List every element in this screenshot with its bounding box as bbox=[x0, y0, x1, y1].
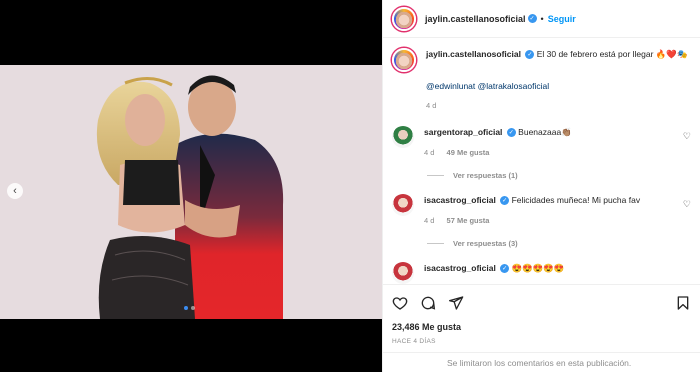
comment-likes[interactable]: 49 Me gusta bbox=[447, 148, 490, 157]
caption: jaylin.castellanosoficial ✓ El 30 de feb… bbox=[392, 48, 691, 112]
comment-username[interactable]: isacastrog_oficial bbox=[424, 263, 496, 273]
comment-text: Felicidades muñeca! Mi pucha fav bbox=[511, 195, 641, 205]
comment-text: Buenazaaa👏🏽 bbox=[518, 127, 572, 137]
comments-limited-notice: Se limitaron los comentarios en esta pub… bbox=[383, 352, 700, 372]
comment-item: isacastrog_oficial ✓ 😍😍😍😍😍 bbox=[392, 262, 691, 284]
carousel-dot bbox=[191, 306, 195, 310]
verified-badge-icon: ✓ bbox=[500, 264, 510, 274]
post-timestamp[interactable]: HACE 4 DÍAS bbox=[392, 338, 691, 345]
commenter-avatar[interactable] bbox=[392, 126, 414, 148]
comment-like-heart-icon[interactable]: ♡ bbox=[683, 199, 691, 210]
author-avatar[interactable] bbox=[392, 6, 416, 31]
carousel-indicator bbox=[184, 306, 195, 310]
post-sidebar: jaylin.castellanosoficial ✓ • Seguir jay… bbox=[382, 0, 700, 372]
caption-time: 4 d bbox=[426, 101, 437, 110]
view-replies-button[interactable]: Ver respuestas (3) bbox=[427, 239, 691, 248]
carousel-prev-button[interactable]: ‹ bbox=[7, 183, 23, 199]
carousel-dot-active bbox=[184, 306, 188, 310]
commenter-avatar[interactable] bbox=[392, 262, 414, 284]
comment-like-heart-icon[interactable]: ♡ bbox=[683, 131, 691, 142]
comment-item: sargentorap_oficial ✓ Buenazaaa👏🏽 4 d 49… bbox=[392, 126, 691, 159]
chevron-left-icon: ‹ bbox=[13, 184, 17, 197]
caption-username[interactable]: jaylin.castellanosoficial bbox=[426, 49, 521, 59]
caption-text: El 30 de febrero está por llegar 🔥❤️🎭 bbox=[536, 49, 688, 59]
verified-badge-icon: ✓ bbox=[500, 196, 510, 206]
photo-illustration bbox=[0, 65, 382, 319]
post-photo[interactable] bbox=[0, 65, 382, 319]
comments-list[interactable]: jaylin.castellanosoficial ✓ El 30 de feb… bbox=[383, 38, 700, 284]
comment-item: isacastrog_oficial ✓ Felicidades muñeca!… bbox=[392, 194, 691, 227]
post-header: jaylin.castellanosoficial ✓ • Seguir bbox=[383, 0, 700, 38]
view-replies-button[interactable]: Ver respuestas (1) bbox=[427, 171, 691, 180]
comment-time: 4 d bbox=[424, 216, 435, 225]
comment-likes[interactable]: 57 Me gusta bbox=[447, 216, 490, 225]
verified-badge-icon: ✓ bbox=[527, 14, 537, 23]
post-media: ‹ bbox=[0, 0, 382, 372]
header-separator: • bbox=[540, 13, 544, 24]
verified-badge-icon: ✓ bbox=[506, 128, 516, 138]
comment-username[interactable]: isacastrog_oficial bbox=[424, 195, 496, 205]
verified-badge-icon: ✓ bbox=[525, 50, 535, 60]
comment-username[interactable]: sargentorap_oficial bbox=[424, 127, 502, 137]
commenter-avatar[interactable] bbox=[392, 194, 414, 216]
bookmark-icon[interactable] bbox=[675, 295, 691, 311]
comment-text: 😍😍😍😍😍 bbox=[511, 263, 565, 273]
comment-icon[interactable] bbox=[420, 295, 436, 311]
caption-mentions[interactable]: @edwinlunat @latrakalosaoficial bbox=[426, 80, 691, 92]
comment-time: 4 d bbox=[424, 148, 435, 157]
heart-icon[interactable] bbox=[392, 295, 408, 311]
share-icon[interactable] bbox=[448, 295, 464, 311]
follow-button[interactable]: Seguir bbox=[548, 14, 576, 24]
post-actions: 23,486 Me gusta HACE 4 DÍAS bbox=[383, 284, 700, 345]
author-username[interactable]: jaylin.castellanosoficial bbox=[425, 14, 526, 24]
likes-count[interactable]: 23,486 Me gusta bbox=[392, 322, 691, 332]
author-avatar[interactable] bbox=[392, 48, 416, 72]
